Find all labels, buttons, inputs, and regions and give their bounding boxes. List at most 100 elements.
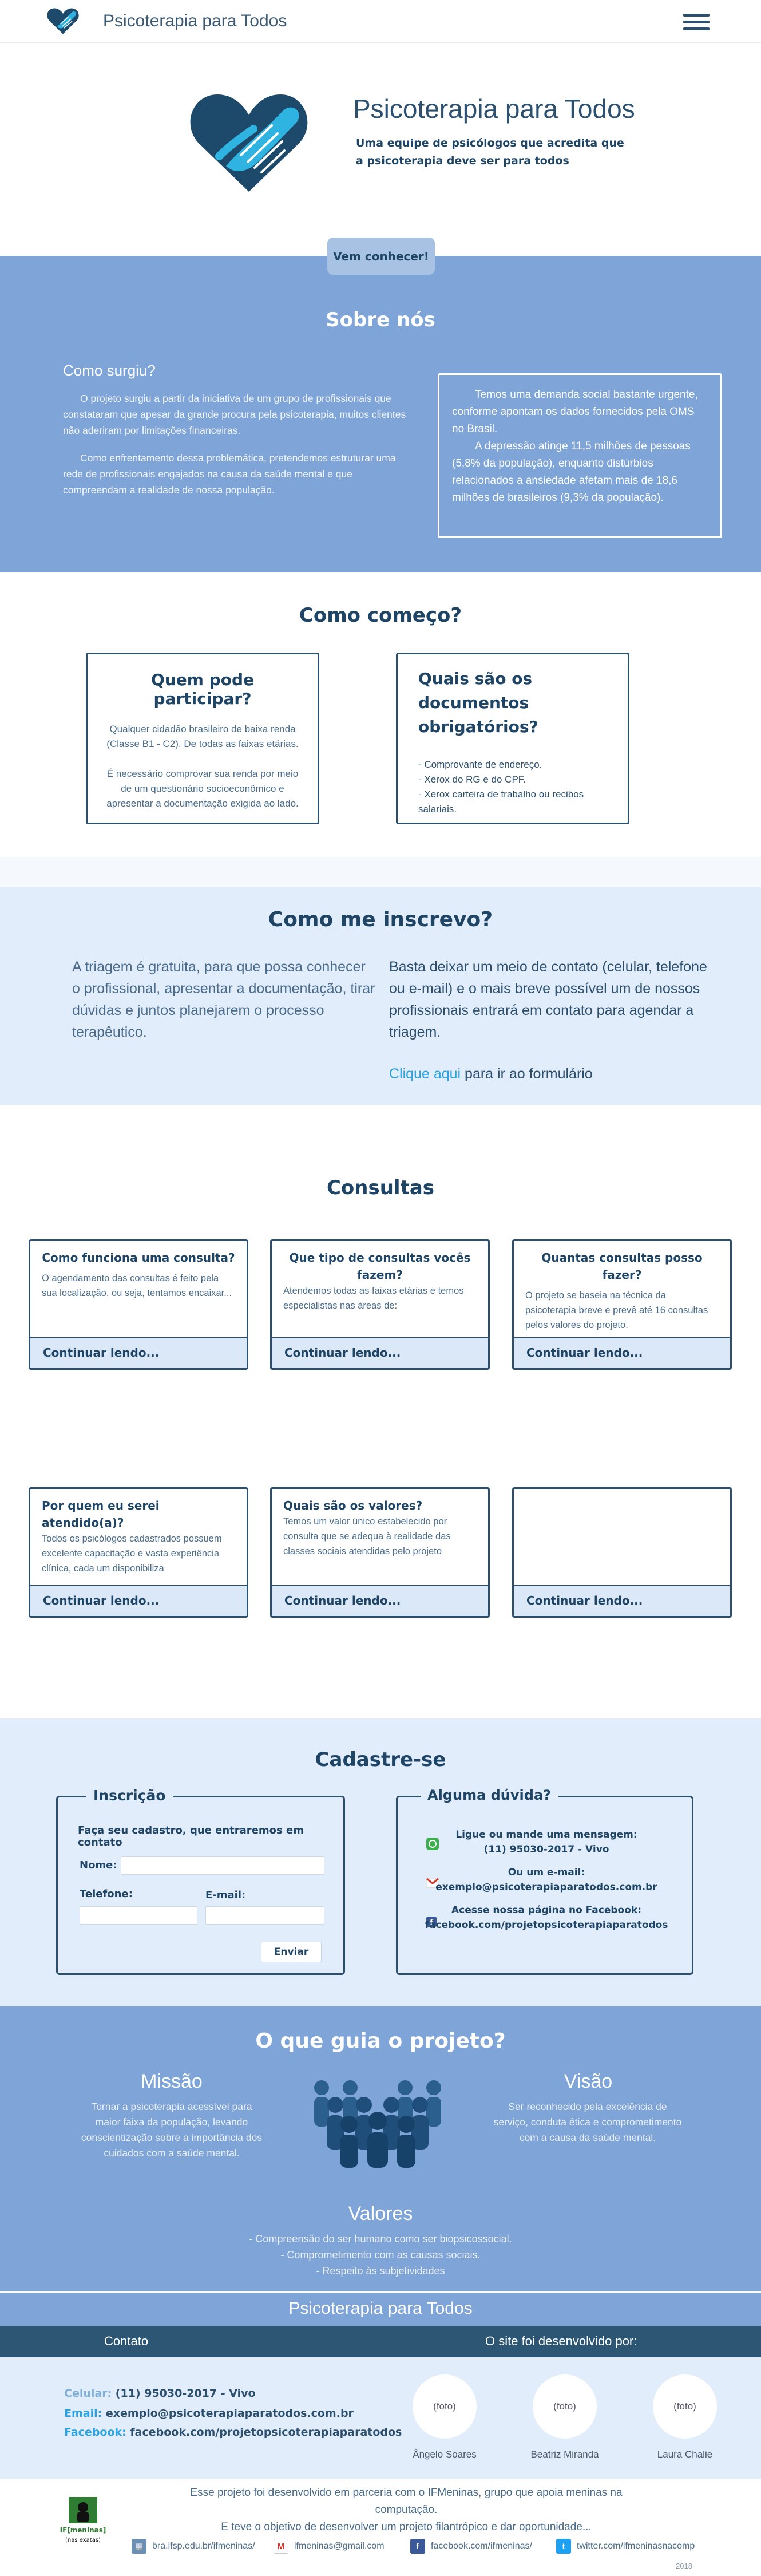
faq-card: Quais são os valores? Temos um valor úni…: [270, 1487, 490, 1618]
hamburger-menu-icon[interactable]: [683, 14, 710, 31]
card-title: Quais são os documentos obrigatórios?: [418, 669, 538, 736]
developer-card: (foto) Beatriz Miranda: [519, 2374, 611, 2460]
twitter-icon: t: [556, 2539, 571, 2554]
continuar-lendo-button[interactable]: Continuar lendo...: [514, 1585, 730, 1616]
sobre-heading: Sobre nós: [326, 309, 435, 331]
contato-text: Basta deixar um meio de contato (celular…: [389, 959, 707, 1040]
card-title: Quem pode participar?: [151, 670, 254, 708]
social-link-facebook[interactable]: f facebook.com/ifmeninas/: [410, 2539, 532, 2554]
social-link-gmail[interactable]: M ifmeninas@gmail.com: [274, 2539, 385, 2554]
developer-card: (foto) Ângelo Soares: [399, 2374, 490, 2460]
continuar-lendo-button[interactable]: Continuar lendo...: [30, 1585, 247, 1616]
developer-name: Beatriz Miranda: [530, 2449, 599, 2460]
hero-title: Psicoterapia para Todos: [353, 94, 635, 124]
email-field[interactable]: [205, 1906, 324, 1925]
faq-card-title: Que tipo de consultas vocês fazem?: [289, 1251, 471, 1282]
phone-info-label: Ligue ou mande uma mensagem:: [455, 1829, 637, 1840]
faq-card-text: Atendemos todas as faixas etárias e temo…: [283, 1286, 464, 1311]
email-value[interactable]: exemplo@psicoterapiaparatodos.com.br: [106, 2407, 354, 2420]
ifmeninas-logo-subtext: (nas exatas): [65, 2537, 101, 2543]
hero-tagline: Uma equipe de psicólogos que acredita qu…: [356, 137, 624, 167]
facebook-value[interactable]: facebook.com/projetopsicoterapiaparatodo…: [130, 2426, 402, 2439]
faq-card-empty: Continuar lendo...: [512, 1487, 732, 1618]
document-item: - Comprovante de endereço.: [418, 759, 542, 770]
sobre-paragraph: O projeto surgiu a partir da iniciativa …: [63, 393, 406, 436]
developer-photo: (foto): [653, 2374, 717, 2439]
duvida-box: Alguma dúvida? Ligue ou mande uma mensag…: [396, 1787, 693, 1975]
facebook-info-label: Acesse nossa página no Facebook:: [451, 1905, 641, 1916]
facebook-info-value[interactable]: facebook.com/projetopsicoterapiaparatodo…: [415, 1918, 678, 1933]
phone-info: Ligue ou mande uma mensagem: (11) 95030-…: [415, 1827, 678, 1857]
valor-item: - Comprometimento com as causas sociais.: [280, 2249, 481, 2261]
continuar-lendo-button[interactable]: Continuar lendo...: [272, 1585, 488, 1616]
developer-photo: (foto): [533, 2374, 597, 2439]
faq-card-title: [514, 1489, 730, 1497]
vem-conhecer-button[interactable]: Vem conhecer!: [327, 238, 435, 275]
social-text: twitter.com/ifmeninasnacomp: [577, 2541, 695, 2551]
inscricao-section: Como me inscrevo? A triagem é gratuita, …: [0, 887, 761, 1105]
name-label: Nome:: [80, 1859, 117, 1871]
valores-list: - Compreensão do ser humano como ser bio…: [0, 2231, 761, 2279]
heart-hands-logo-icon[interactable]: [46, 7, 80, 35]
facebook-key: Facebook:: [64, 2426, 126, 2439]
document-item: - Xerox do RG e do CPF.: [418, 774, 526, 785]
site-brand[interactable]: Psicoterapia para Todos: [103, 11, 287, 31]
site-icon: ▦: [132, 2539, 146, 2554]
visao-heading: Visão: [564, 2071, 613, 2092]
email-info-value[interactable]: exemplo@psicoterapiaparatodos.com.br: [415, 1880, 678, 1895]
form-legend: Inscrição: [86, 1787, 173, 1804]
faq-card: Que tipo de consultas vocês fazem? Atend…: [270, 1239, 490, 1370]
social-link-twitter[interactable]: t twitter.com/ifmeninasnacomp: [556, 2539, 695, 2554]
faq-card-title: Por quem eu serei atendido(a)?: [42, 1499, 160, 1530]
footer-email: Email: exemplo@psicoterapiaparatodos.com…: [64, 2407, 354, 2420]
phone-info-value[interactable]: (11) 95030-2017 - Vivo: [415, 1842, 678, 1857]
developer-photo: (foto): [413, 2374, 477, 2439]
clique-aqui-link[interactable]: Clique aqui: [389, 1066, 461, 1082]
triagem-text: A triagem é gratuita, para que possa con…: [72, 959, 375, 1040]
facebook-icon: f: [410, 2539, 425, 2554]
name-field[interactable]: [121, 1856, 324, 1875]
footer-facebook: Facebook: facebook.com/projetopsicoterap…: [64, 2426, 402, 2439]
guia-section: O que guia o projeto? Missão Tornar a ps…: [0, 2006, 761, 2291]
social-text: ifmeninas@gmail.com: [294, 2541, 385, 2551]
guia-heading: O que guia o projeto?: [255, 2029, 506, 2053]
document-item: - Xerox carteira de trabalho ou recibos …: [418, 789, 584, 815]
email-key: Email:: [64, 2407, 102, 2420]
duvida-legend: Alguma dúvida?: [421, 1787, 558, 1803]
form-link-line: Clique aqui para ir ao formulário: [389, 1066, 593, 1082]
top-navbar: Psicoterapia para Todos: [0, 0, 761, 43]
social-text: bra.ifsp.edu.br/ifmeninas/: [152, 2541, 255, 2551]
continuar-lendo-button[interactable]: Continuar lendo...: [30, 1337, 247, 1368]
social-link-site[interactable]: ▦ bra.ifsp.edu.br/ifmeninas/: [132, 2539, 255, 2554]
faq-card: Como funciona uma consulta? O agendament…: [29, 1239, 248, 1370]
dev-heading: O site foi desenvolvido por:: [485, 2334, 637, 2348]
continuar-lendo-button[interactable]: Continuar lendo...: [514, 1337, 730, 1368]
enviar-button[interactable]: Enviar: [261, 1942, 322, 1962]
phone-field[interactable]: [80, 1906, 197, 1925]
about-line: E teve o objetivo de desenvolver um proj…: [221, 2521, 592, 2533]
ifmeninas-logo-text: IF[meninas]: [60, 2526, 106, 2534]
faq-card-title: Quais são os valores?: [283, 1499, 423, 1512]
continuar-lendo-button[interactable]: Continuar lendo...: [272, 1337, 488, 1368]
inscricao-form: Inscrição Faça seu cadastro, que entrare…: [56, 1787, 345, 1975]
faq-card-text: O agendamento das consultas é feito pela…: [42, 1273, 232, 1298]
como-comeco-heading: Como começo?: [299, 604, 462, 627]
faq-card-text: [514, 1497, 730, 1502]
faq-card: Quantas consultas posso fazer? O projeto…: [512, 1239, 732, 1370]
sobre-section: Sobre nós Como surgiu? O projeto surgiu …: [0, 256, 761, 572]
consultas-heading: Consultas: [326, 1176, 435, 1199]
stats-paragraph: Temos uma demanda social bastante urgent…: [452, 389, 698, 435]
cadastre-section: Cadastre-se Inscrição Faça seu cadastro,…: [0, 1718, 761, 2006]
cadastre-heading: Cadastre-se: [315, 1748, 446, 1771]
faq-card: Por quem eu serei atendido(a)? Todos os …: [29, 1487, 248, 1618]
faq-card-title: Como funciona uma consulta?: [42, 1251, 235, 1265]
about-line: Esse projeto foi desenvolvido em parceri…: [190, 2487, 623, 2516]
heart-hands-logo-icon: [190, 94, 308, 192]
card-text: Qualquer cidadão brasileiro de baixa ren…: [106, 724, 299, 749]
email-label: E-mail:: [205, 1889, 246, 1901]
celular-value[interactable]: (11) 95030-2017 - Vivo: [116, 2387, 256, 2400]
form-intro: Faça seu cadastro, que entraremos em con…: [78, 1824, 304, 1848]
footer-bottom: IF[meninas] (nas exatas) Esse projeto fo…: [0, 2479, 761, 2576]
footer-celular: Celular: (11) 95030-2017 - Vivo: [64, 2387, 256, 2400]
missao-text: Tornar a psicoterapia acessível para mai…: [81, 2101, 263, 2159]
